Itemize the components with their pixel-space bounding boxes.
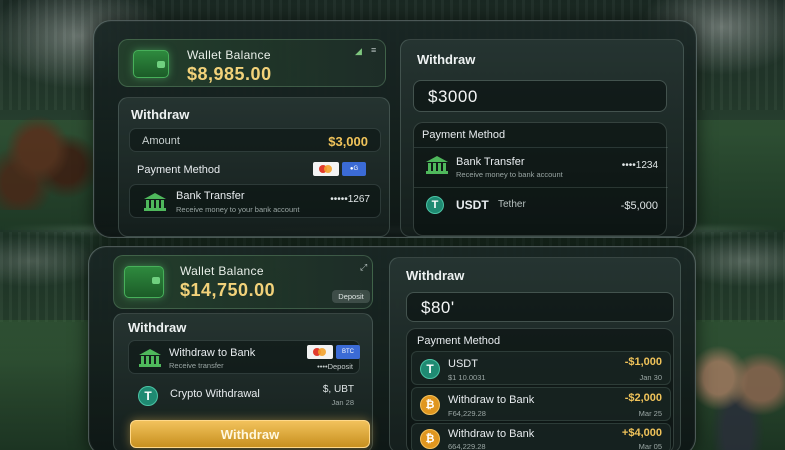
withdraw-amount-input-bottom[interactable]: $80' <box>406 292 674 322</box>
withdraw-to-bank-sub: Receive transfer <box>169 361 224 370</box>
withdraw-title-bottom: Withdraw <box>128 320 187 335</box>
withdraw-button[interactable]: Withdraw <box>130 420 370 448</box>
wallet-balance-amount-bottom: $14,750.00 <box>180 280 276 300</box>
card-brand-icon: ●G <box>342 162 366 176</box>
amount-value: $3,000 <box>328 134 368 149</box>
payment-item-value: +$4,000 <box>621 427 662 439</box>
payment-item-date: Mar 25 <box>638 409 662 418</box>
withdraw-title-right-bottom: Withdraw <box>406 268 465 283</box>
wallet-icon <box>124 266 164 298</box>
wallet-balance-card-bottom: Wallet Balance $14,750.00 ⤢ Deposit <box>113 255 373 309</box>
mastercard-icon <box>313 162 339 176</box>
crypto-withdrawal-date: Jan 28 <box>331 398 354 407</box>
withdraw-title-right: Withdraw <box>417 52 476 67</box>
bank-transfer-sub: Receive money to your bank account <box>176 205 300 214</box>
crypto-withdrawal-option[interactable]: T Crypto Withdrawal $, UBT Jan 28 <box>128 380 360 412</box>
bank-transfer-option[interactable]: Bank Transfer Receive money to your bank… <box>129 184 381 218</box>
usdt-value: -$5,000 <box>620 200 658 212</box>
wallet-balance-label: Wallet Balance <box>187 48 271 62</box>
payment-card-icons: ●G <box>313 162 366 176</box>
usdt-label: USDT <box>456 198 489 212</box>
horse-racing-image <box>0 100 95 210</box>
withdraw-panel-right: Withdraw $3000 Payment Method Bank Trans… <box>400 39 684 237</box>
withdraw-to-bank-label: Withdraw to Bank <box>169 347 256 359</box>
payment-item-date: Jan 30 <box>639 373 662 382</box>
bank-account-number: •••••1267 <box>330 194 370 205</box>
withdraw-amount-value: $3000 <box>428 87 478 106</box>
bitcoin-icon: ₿ <box>420 429 440 449</box>
btc-card-icon: BTC <box>336 345 360 359</box>
usdt-icon: T <box>138 386 158 406</box>
signal-icon: ◢ <box>355 46 362 56</box>
payment-method-list-bottom: Payment Method T USDT $1 10.0031 -$1,000… <box>406 328 674 450</box>
withdraw-to-bank-option[interactable]: Withdraw to Bank Receive transfer BTC ••… <box>128 340 360 374</box>
bank-transfer-label: Bank Transfer <box>176 190 245 202</box>
payment-item-bank-1[interactable]: ₿ Withdraw to Bank F64,229.28 -$2,000 Ma… <box>411 387 671 421</box>
payment-item-value: -$1,000 <box>624 356 662 368</box>
payment-method-list: Payment Method Bank Transfer Receive mon… <box>413 122 668 236</box>
bottom-device-frame: Wallet Balance $14,750.00 ⤢ Deposit With… <box>88 246 696 450</box>
usdt-icon: T <box>420 359 440 379</box>
tether-label: Tether <box>498 199 526 210</box>
wallet-balance-label-bottom: Wallet Balance <box>180 264 264 278</box>
withdraw-amount-value-bottom: $80' <box>421 298 455 317</box>
mastercard-icon <box>307 345 333 359</box>
payment-item-value: -$2,000 <box>624 392 662 404</box>
fighters-image <box>690 330 785 450</box>
bank-transfer-option-right[interactable]: Bank Transfer Receive money to bank acco… <box>414 147 668 185</box>
top-device-frame: Wallet Balance $8,985.00 ◢ ≡ Withdraw Am… <box>93 20 697 238</box>
payment-card-icons: BTC <box>307 345 360 359</box>
wallet-balance-amount: $8,985.00 <box>187 64 272 84</box>
wallet-icon <box>133 50 169 78</box>
payment-item-label: Withdraw to Bank <box>448 428 535 440</box>
withdraw-amount-input[interactable]: $3000 <box>413 80 667 112</box>
usdt-option[interactable]: T USDT Tether -$5,000 <box>414 187 668 223</box>
payment-method-label: Payment Method <box>137 164 221 176</box>
payment-item-bank-2[interactable]: ₿ Withdraw to Bank 664,229.28 +$4,000 Ma… <box>411 423 671 450</box>
usdt-icon: T <box>426 196 444 214</box>
withdraw-panel-left-bottom: Withdraw Withdraw to Bank Receive transf… <box>113 313 373 450</box>
payment-item-sub: $1 10.0031 <box>448 373 486 382</box>
payment-item-usdt[interactable]: T USDT $1 10.0031 -$1,000 Jan 30 <box>411 351 671 385</box>
bank-icon <box>144 193 166 211</box>
bank-transfer-label-right: Bank Transfer <box>456 156 525 168</box>
bitcoin-icon: ₿ <box>420 395 440 415</box>
amount-label: Amount <box>142 135 180 147</box>
payment-method-label-right: Payment Method <box>422 129 506 141</box>
payment-item-sub: F64,229.28 <box>448 409 486 418</box>
payment-item-label: Withdraw to Bank <box>448 394 535 406</box>
bank-transfer-sub-right: Receive money to bank account <box>456 170 563 179</box>
payment-method-label-bottom: Payment Method <box>417 335 501 347</box>
amount-field[interactable]: Amount $3,000 <box>129 128 381 152</box>
wallet-balance-card: Wallet Balance $8,985.00 ◢ ≡ <box>118 39 386 87</box>
withdraw-title: Withdraw <box>131 107 190 122</box>
bank-icon <box>426 156 448 174</box>
payment-item-label: USDT <box>448 358 478 370</box>
deposit-button[interactable]: Deposit <box>332 290 370 303</box>
crypto-withdrawal-label: Crypto Withdrawal <box>170 388 260 400</box>
expand-icon: ⤢ <box>360 262 368 272</box>
menu-icon: ≡ <box>371 45 377 55</box>
crypto-withdrawal-value: $, UBT <box>322 384 354 395</box>
deposit-note: ••••Deposit <box>317 362 353 371</box>
withdraw-panel-left: Withdraw Amount $3,000 Payment Method ●G… <box>118 97 390 237</box>
payment-item-sub: 664,229.28 <box>448 442 486 450</box>
withdraw-panel-right-bottom: Withdraw $80' Payment Method T USDT $1 1… <box>389 257 681 450</box>
bank-icon <box>139 349 161 367</box>
payment-item-date: Mar 05 <box>638 442 662 450</box>
bank-account-number-right: ••••1234 <box>621 160 658 171</box>
